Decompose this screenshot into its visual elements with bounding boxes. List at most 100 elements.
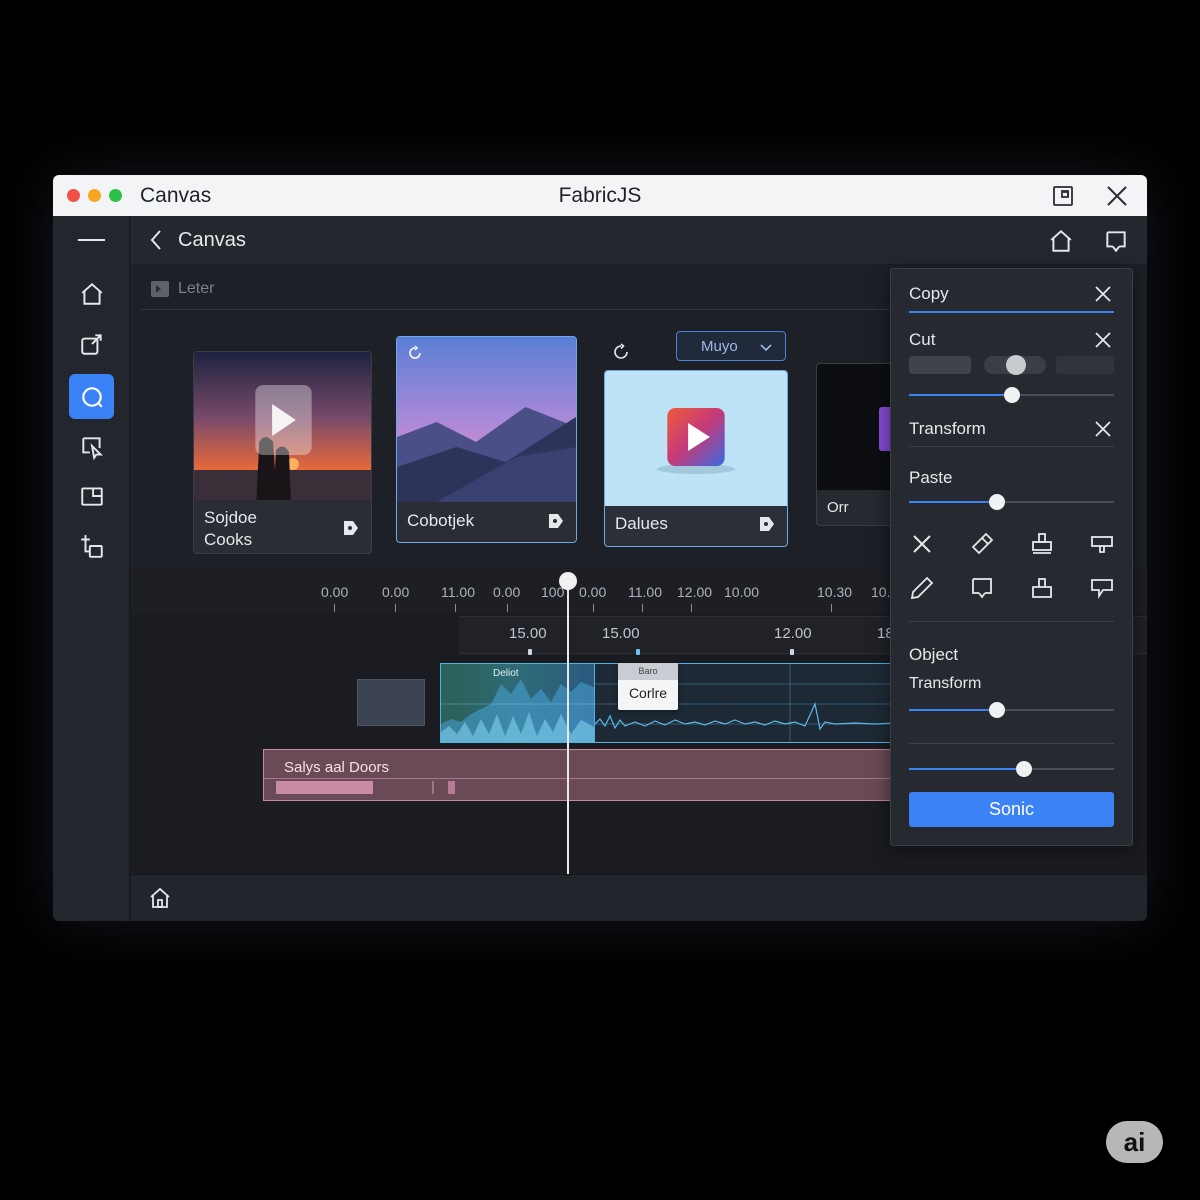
transform2-label[interactable]: Transform bbox=[909, 675, 981, 693]
audio-track[interactable]: Salys aal Doors bbox=[263, 749, 963, 801]
properties-panel: Copy Cut Transform Paste Object Transfor… bbox=[890, 268, 1133, 846]
close-tool-icon[interactable] bbox=[909, 531, 935, 557]
card-thumbnail-dark bbox=[817, 364, 895, 490]
cut-label[interactable]: Cut bbox=[909, 330, 935, 350]
header-home-button[interactable] bbox=[1048, 228, 1074, 254]
sub-ruler-label: 15.00 bbox=[602, 625, 640, 642]
comment-icon[interactable] bbox=[1089, 531, 1115, 557]
close-icon[interactable] bbox=[1094, 331, 1112, 349]
stamp-icon[interactable] bbox=[1029, 531, 1055, 557]
media-card-2[interactable]: Cobotjek bbox=[396, 336, 577, 543]
eraser-icon[interactable] bbox=[969, 531, 995, 557]
ruler-tick-label: 11.00 bbox=[628, 584, 662, 600]
bottom-home-button[interactable] bbox=[148, 886, 172, 910]
close-icon[interactable] bbox=[1094, 420, 1112, 438]
divider bbox=[909, 621, 1114, 622]
home-icon bbox=[150, 887, 170, 908]
menu-icon[interactable] bbox=[78, 239, 105, 241]
marker[interactable] bbox=[636, 649, 640, 655]
ruler-tick bbox=[831, 604, 832, 612]
back-button[interactable] bbox=[145, 228, 169, 252]
ruler-tick-label: 10.00 bbox=[724, 584, 760, 600]
segment-right[interactable] bbox=[1056, 356, 1114, 374]
media-card-3[interactable]: Dalues bbox=[604, 370, 788, 547]
marker[interactable] bbox=[528, 649, 532, 655]
segment-left[interactable] bbox=[909, 356, 971, 374]
track-segment[interactable] bbox=[432, 781, 434, 794]
snap-window-icon[interactable] bbox=[1051, 184, 1075, 208]
close-icon[interactable] bbox=[1094, 285, 1112, 303]
filter-dropdown[interactable]: Muyo bbox=[676, 331, 786, 361]
copy-label[interactable]: Copy bbox=[909, 284, 949, 304]
tag-icon[interactable] bbox=[759, 516, 775, 532]
playhead-handle[interactable] bbox=[559, 572, 577, 590]
header-device-button[interactable] bbox=[1103, 228, 1129, 254]
cut-toggle[interactable] bbox=[984, 355, 1046, 375]
ruler-tick bbox=[593, 604, 594, 612]
screen-icon[interactable] bbox=[969, 575, 995, 601]
tag-icon[interactable] bbox=[548, 513, 564, 529]
sidebar-item-add-layer[interactable] bbox=[69, 523, 114, 568]
sidebar-item-search[interactable] bbox=[69, 374, 114, 419]
folder-icon bbox=[151, 281, 169, 297]
dropdown-selected-value: Muyo bbox=[701, 338, 738, 355]
card-label: Cobotjek bbox=[407, 511, 475, 530]
message-icon[interactable] bbox=[1089, 575, 1115, 601]
playhead[interactable] bbox=[567, 578, 569, 874]
marker[interactable] bbox=[790, 649, 794, 655]
sidebar-item-media[interactable] bbox=[69, 473, 114, 518]
chevron-down-icon bbox=[759, 340, 773, 354]
transform-label[interactable]: Transform bbox=[909, 419, 986, 439]
pencil-icon[interactable] bbox=[909, 575, 935, 601]
ruler-tick-label: 10.30 bbox=[817, 584, 853, 600]
ruler-tick-label: 0.00 bbox=[493, 584, 521, 600]
card-thumbnail-sunset bbox=[194, 352, 371, 500]
track-segment[interactable] bbox=[276, 781, 373, 794]
ruler-tick bbox=[642, 604, 643, 612]
asset-bar-label: Leter bbox=[178, 280, 215, 297]
sidebar-item-export[interactable] bbox=[69, 321, 114, 366]
track-segment[interactable] bbox=[448, 781, 455, 794]
title-bar: Canvas FabricJS bbox=[53, 175, 1147, 216]
card-thumbnail-mountains bbox=[397, 337, 576, 502]
tag-icon[interactable] bbox=[343, 520, 359, 536]
refresh-icon[interactable] bbox=[612, 343, 630, 361]
search-icon bbox=[81, 386, 103, 408]
media-card-1[interactable]: Sojdoe Cooks bbox=[193, 351, 372, 554]
card-label-line2: Cooks bbox=[204, 530, 253, 549]
cut-slider[interactable] bbox=[909, 387, 1114, 403]
paste-slider[interactable] bbox=[909, 494, 1114, 510]
ruler-tick-label: 0.00 bbox=[382, 584, 410, 600]
image-clip[interactable] bbox=[357, 679, 425, 726]
ruler-tick bbox=[334, 604, 335, 612]
close-icon[interactable] bbox=[1105, 184, 1129, 208]
ai-badge: ai bbox=[1106, 1121, 1163, 1163]
ruler-tick-label: 0.00 bbox=[579, 584, 607, 600]
sync-icon bbox=[407, 345, 423, 361]
paste-label[interactable]: Paste bbox=[909, 468, 952, 488]
object-label[interactable]: Object bbox=[909, 645, 958, 665]
video-clip[interactable]: Deliot bbox=[440, 663, 595, 743]
video-clip-name: Deliot bbox=[493, 668, 519, 679]
ruler-tick-label: 0.00 bbox=[321, 584, 349, 600]
window-title: FabricJS bbox=[558, 184, 642, 207]
ruler-tick-label: 12.00 bbox=[677, 584, 713, 600]
sonic-button[interactable]: Sonic bbox=[909, 792, 1114, 827]
cursor-frame-icon bbox=[81, 436, 103, 460]
ruler-tick-label: 11.00 bbox=[441, 584, 475, 600]
extra-slider[interactable] bbox=[909, 761, 1114, 777]
sidebar-item-home[interactable] bbox=[69, 271, 114, 316]
tooltip-header: Baro bbox=[618, 663, 678, 680]
home-icon bbox=[1050, 229, 1072, 252]
sidebar-item-select[interactable] bbox=[69, 424, 114, 469]
media-card-4[interactable]: Orr bbox=[816, 363, 896, 526]
upload-icon[interactable] bbox=[1029, 575, 1055, 601]
page-title: Canvas bbox=[178, 229, 246, 251]
card-thumbnail-play bbox=[605, 371, 787, 506]
ruler-tick bbox=[691, 604, 692, 612]
device-icon bbox=[1106, 231, 1126, 253]
ruler-tick bbox=[507, 604, 508, 612]
track-divider bbox=[264, 778, 962, 779]
clip-tooltip: Baro Corlre bbox=[618, 663, 678, 710]
transform-slider[interactable] bbox=[909, 702, 1114, 718]
